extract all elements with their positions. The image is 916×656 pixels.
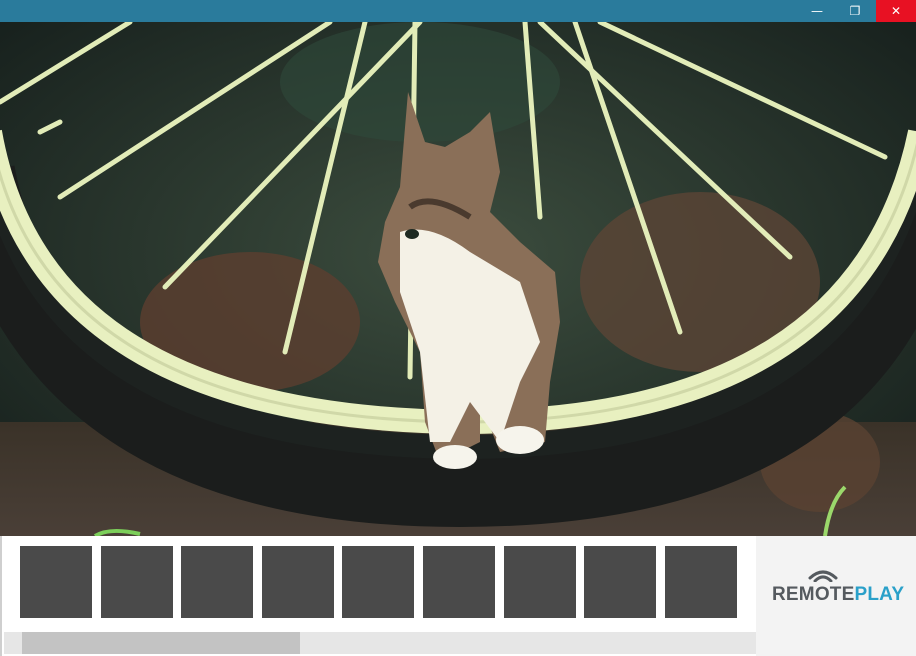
- brand-word-play: PLAY: [854, 584, 905, 605]
- thumbnail-item[interactable]: [423, 546, 495, 618]
- thumbnail-item[interactable]: [100, 546, 173, 618]
- brand-panel: REMOTEPLAY: [756, 536, 916, 656]
- minimize-icon: —: [811, 4, 823, 18]
- thumbnail-item[interactable]: [20, 546, 92, 618]
- kitten-wheel-photo: [0, 22, 916, 536]
- restore-icon: ❐: [849, 4, 861, 18]
- maximize-button[interactable]: ❐: [836, 0, 874, 22]
- scrollbar-thumb[interactable]: [22, 632, 300, 654]
- broadcast-icon: [808, 570, 838, 582]
- title-bar[interactable]: — ❐ ✕: [0, 0, 916, 22]
- thumbnail-item[interactable]: [503, 546, 576, 618]
- brand-word-remote: REMOTE: [772, 584, 855, 605]
- thumbnail-strip: [0, 536, 756, 656]
- thumbnail-item[interactable]: [261, 546, 334, 618]
- brand-logo: REMOTEPLAY: [772, 584, 904, 606]
- thumbnail-item[interactable]: [181, 546, 254, 618]
- thumbnail-item[interactable]: [342, 546, 415, 618]
- thumbnail-item[interactable]: [584, 546, 657, 618]
- thumbnail-item[interactable]: [664, 546, 737, 618]
- close-icon: ✕: [890, 4, 902, 18]
- close-button[interactable]: ✕: [876, 0, 916, 22]
- horizontal-scrollbar[interactable]: [4, 632, 756, 654]
- minimize-button[interactable]: —: [798, 0, 836, 22]
- main-photo: [0, 22, 916, 536]
